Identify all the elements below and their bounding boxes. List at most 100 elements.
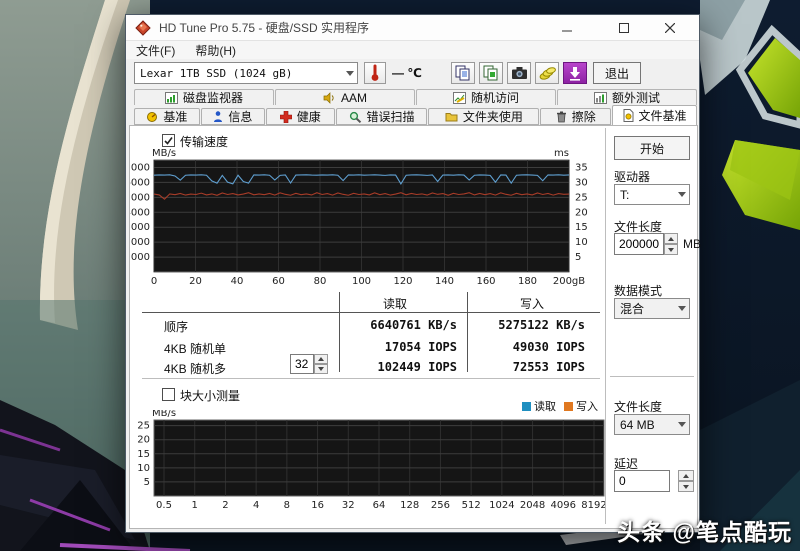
row-label-4k-single: 4KB 随机单 <box>164 342 227 356</box>
stepper-up-icon[interactable] <box>678 470 694 481</box>
screenshot-button[interactable] <box>507 62 531 84</box>
panel-section-divider <box>610 376 694 378</box>
close-icon <box>665 22 675 33</box>
tab-folder-usage[interactable]: 文件夹使用 <box>428 108 540 125</box>
svg-text:7000: 7000 <box>130 162 150 173</box>
svg-text:2000: 2000 <box>130 237 150 248</box>
svg-text:16: 16 <box>311 500 324 511</box>
sequential-write-value: 5275122 KB/s <box>498 318 585 332</box>
drive-select[interactable]: Lexar 1TB SSD (1024 gB) <box>134 62 358 84</box>
tab-file-benchmark[interactable]: 文件基准 <box>612 105 697 125</box>
tab-strip-top: 磁盘监视器 AAM 随机访问 额外测试 <box>134 89 698 105</box>
svg-text:40: 40 <box>231 276 244 287</box>
svg-text:512: 512 <box>462 500 481 511</box>
trash-icon <box>556 111 566 122</box>
svg-text:1: 1 <box>192 500 198 511</box>
save-button[interactable] <box>535 62 559 84</box>
4k-single-write-value: 49030 IOPS <box>512 340 585 354</box>
queue-depth-stepper[interactable] <box>314 354 328 374</box>
svg-text:32: 32 <box>342 500 355 511</box>
tab-label: 文件夹使用 <box>462 110 523 124</box>
svg-text:140: 140 <box>435 276 454 287</box>
svg-text:3000: 3000 <box>130 222 150 233</box>
tab-disk-monitor[interactable]: 磁盘监视器 <box>134 89 274 105</box>
tab-label: 擦除 <box>571 110 596 124</box>
file-length2-label: 文件长度 <box>614 400 663 414</box>
svg-text:256: 256 <box>431 500 450 511</box>
drive-dropdown-value: T: <box>620 187 630 202</box>
tab-aam[interactable]: AAM <box>275 89 415 105</box>
file-benchmark-page: 传输速度 020406080100120140160180200gB100020… <box>129 125 701 529</box>
section-divider <box>142 378 600 380</box>
sequential-read-value: 6640761 KB/s <box>370 318 457 332</box>
temperature-button[interactable] <box>364 62 386 84</box>
chevron-down-icon <box>675 192 689 197</box>
queue-depth-input[interactable] <box>290 354 314 374</box>
file-length-stepper[interactable] <box>664 233 678 255</box>
file-length2-dropdown[interactable]: 64 MB <box>614 414 690 435</box>
svg-text:1000: 1000 <box>130 252 150 263</box>
file-length-input[interactable] <box>614 233 664 255</box>
temperature-readout: — ℃ <box>392 66 422 80</box>
tab-health[interactable]: 健康 <box>265 108 335 125</box>
maximize-button[interactable] <box>609 15 639 40</box>
coins-icon <box>539 66 556 80</box>
tab-erase[interactable]: 擦除 <box>540 108 612 125</box>
file-length2-value: 64 MB <box>620 417 655 432</box>
drive-dropdown[interactable]: T: <box>614 184 690 205</box>
svg-text:25: 25 <box>575 192 588 203</box>
close-button[interactable] <box>655 15 685 40</box>
magnifier-icon <box>349 111 361 123</box>
copy-image-button[interactable] <box>479 62 503 84</box>
title-bar[interactable]: HD Tune Pro 5.75 - 硬盘/SSD 实用程序 <box>126 15 699 41</box>
file-length-unit: MB <box>683 237 701 251</box>
start-button[interactable]: 开始 <box>614 136 690 160</box>
maximize-icon <box>619 22 629 33</box>
download-button[interactable] <box>563 62 587 84</box>
block-size-label: 块大小测量 <box>180 389 241 403</box>
svg-text:10: 10 <box>137 463 150 474</box>
menu-help[interactable]: 帮助(H) <box>185 42 246 59</box>
svg-text:5000: 5000 <box>130 192 150 203</box>
col-header-write: 写入 <box>519 297 545 311</box>
minimize-button[interactable] <box>552 15 582 40</box>
svg-text:4000: 4000 <box>130 207 150 218</box>
block-size-chart: 0.5 1 2 4 8 16 32 64 128 256 512 1024 2048 4096 8192 5 1… <box>137 410 606 511</box>
stepper-down-icon[interactable] <box>314 364 328 374</box>
stepper-up-icon[interactable] <box>664 233 678 244</box>
row-label-sequential: 顺序 <box>164 320 189 334</box>
svg-text:5: 5 <box>144 477 150 488</box>
svg-text:60: 60 <box>272 276 285 287</box>
svg-text:160: 160 <box>476 276 495 287</box>
svg-text:80: 80 <box>314 276 327 287</box>
tab-strip-bottom: 基准 信息 健康 错误扫描 文件夹使用 擦除 文件基准 <box>134 105 698 125</box>
tab-error-scan[interactable]: 错误扫描 <box>335 108 428 125</box>
data-mode-label: 数据模式 <box>614 284 663 298</box>
data-mode-dropdown[interactable]: 混合 <box>614 298 690 319</box>
delay-input[interactable] <box>614 470 670 492</box>
svg-text:10: 10 <box>575 237 588 248</box>
block-size-checkbox[interactable] <box>162 388 175 401</box>
svg-text:25: 25 <box>137 421 150 432</box>
menu-file[interactable]: 文件(F) <box>126 42 185 59</box>
panel-divider <box>605 128 607 524</box>
start-button-label: 开始 <box>639 141 664 156</box>
svg-text:15: 15 <box>575 222 588 233</box>
svg-text:8192: 8192 <box>581 500 606 511</box>
tab-info[interactable]: 信息 <box>200 108 265 125</box>
file-benchmark-icon <box>623 109 634 122</box>
exit-button[interactable]: 退出 <box>593 62 641 84</box>
tab-extra-tests[interactable]: 额外测试 <box>557 89 697 105</box>
tab-benchmark[interactable]: 基准 <box>134 108 200 125</box>
tab-random-access[interactable]: 随机访问 <box>416 89 556 105</box>
transfer-speed-checkbox[interactable] <box>162 134 175 147</box>
copy-text-button[interactable] <box>451 62 475 84</box>
delay-stepper[interactable] <box>678 470 694 492</box>
svg-text:MB/s: MB/s <box>152 410 176 419</box>
chevron-down-icon <box>675 422 689 427</box>
stepper-up-icon[interactable] <box>314 354 328 364</box>
disk-monitor-icon <box>164 91 178 104</box>
stepper-down-icon[interactable] <box>678 481 694 492</box>
svg-text:MB/s: MB/s <box>152 148 176 159</box>
stepper-down-icon[interactable] <box>664 244 678 255</box>
